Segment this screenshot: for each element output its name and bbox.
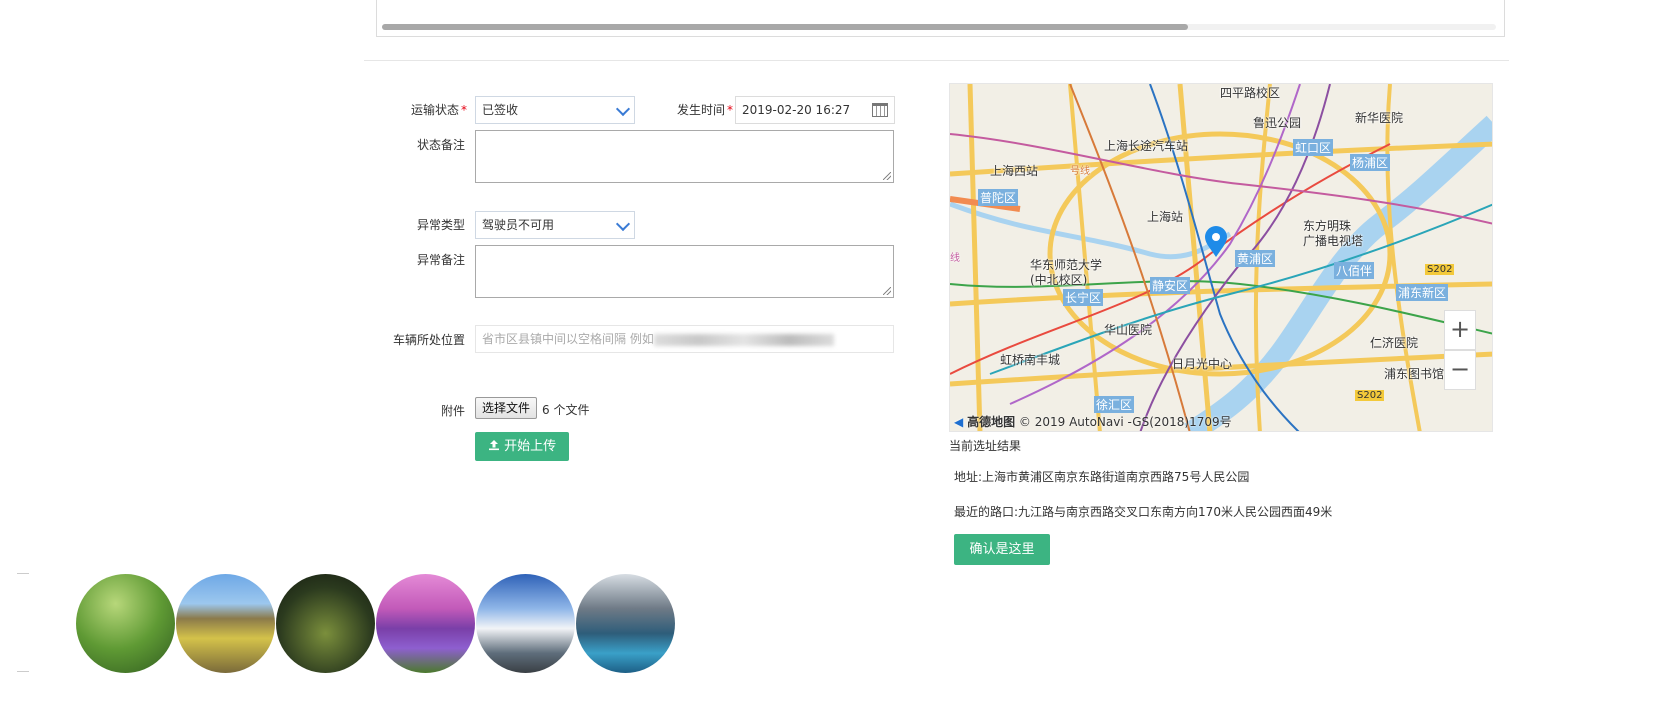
highway-shield: S202: [1425, 264, 1455, 275]
map-label: 上海站: [1147, 210, 1184, 224]
divider-mark: [17, 671, 29, 672]
zoom-out-button[interactable]: −: [1444, 350, 1476, 390]
status-remark-textarea[interactable]: [475, 130, 894, 183]
address-text: 地址:上海市黄浦区南京东路街道南京西路75号人民公园: [954, 470, 1250, 484]
occur-time-value: 2019-02-20 16:27: [742, 103, 851, 117]
calendar-icon[interactable]: [872, 103, 888, 117]
required-mark: *: [727, 103, 733, 117]
vehicle-location-placeholder: 省市区县镇中间以空格间隔 例如: [482, 332, 654, 346]
map-label: 广播电视塔: [1303, 234, 1364, 248]
map-label: 鲁迅公园: [1253, 116, 1302, 130]
status-remark-label: 状态备注: [416, 138, 465, 152]
section-divider: [364, 60, 1509, 61]
map-district-label: 静安区: [1150, 277, 1191, 294]
exception-type-select[interactable]: 驾驶员不可用: [475, 211, 635, 239]
thumbnail-image[interactable]: [476, 574, 575, 673]
chevron-down-icon: [615, 216, 631, 232]
horizontal-scrollbar-thumb[interactable]: [382, 24, 1188, 30]
current-result-title: 当前选址结果: [949, 439, 1022, 453]
divider-mark: [17, 573, 29, 574]
navigation-arrow-icon: ◀: [954, 415, 964, 429]
occur-time-label: 发生时间 *: [623, 101, 733, 118]
map-district-label: 浦东新区: [1396, 284, 1449, 301]
confirm-location-button[interactable]: 确认是这里: [954, 534, 1050, 565]
map-district-label: 徐汇区: [1094, 396, 1135, 413]
map-label: 仁济医院: [1370, 336, 1419, 350]
occur-time-label-text: 发生时间: [676, 103, 725, 117]
thumbnail-image[interactable]: [276, 574, 375, 673]
map-district-label: 虹口区: [1293, 139, 1334, 156]
map-label: 虹桥南丰城: [1000, 353, 1061, 367]
map-district-label: 黄浦区: [1235, 250, 1276, 267]
metro-line-label: 号线: [1070, 166, 1090, 177]
highway-shield: S202: [1355, 390, 1385, 401]
map-attribution: ◀ 高德地图 © 2019 AutoNavi -GS(2018)1709号: [954, 413, 1232, 430]
file-count-text: 6 个文件: [542, 403, 590, 417]
thumbnail-image[interactable]: [376, 574, 475, 673]
thumbnail-image[interactable]: [576, 574, 675, 673]
start-upload-button[interactable]: 开始上传: [475, 432, 569, 461]
resize-handle-icon[interactable]: [883, 172, 891, 180]
required-mark: *: [461, 103, 467, 117]
map-copyright: © 2019 AutoNavi -GS(2018)1709号: [1018, 415, 1232, 429]
exception-type-value: 驾驶员不可用: [482, 218, 555, 232]
thumbnail-image[interactable]: [76, 574, 175, 673]
occur-time-input[interactable]: 2019-02-20 16:27: [735, 96, 895, 124]
map-label: 日月光中心: [1172, 357, 1233, 371]
thumbnail-image[interactable]: [176, 574, 275, 673]
location-map[interactable]: 四平路校区 鲁迅公园 新华医院 虹口区 杨浦区 上海长途汽车站 上海西站 普陀区…: [949, 83, 1493, 432]
map-district-label: 八佰伴: [1334, 262, 1375, 279]
map-district-label: 长宁区: [1063, 289, 1104, 306]
exception-type-label: 异常类型: [416, 218, 465, 232]
exception-remark-label: 异常备注: [416, 253, 465, 267]
upload-icon: [488, 439, 504, 454]
map-label: 浦东图书馆: [1384, 367, 1445, 381]
attachment-label: 附件: [440, 404, 465, 418]
exception-remark-textarea[interactable]: [475, 245, 894, 298]
map-brand: 高德地图: [967, 415, 1016, 429]
location-pin-icon[interactable]: [1204, 226, 1228, 261]
transport-status-select[interactable]: 已签收: [475, 96, 635, 124]
map-district-label: 杨浦区: [1350, 154, 1391, 171]
vehicle-location-label: 车辆所处位置: [392, 333, 465, 347]
choose-file-button[interactable]: 选择文件: [475, 397, 538, 419]
map-label: 上海长途汽车站: [1104, 139, 1189, 153]
map-label: 四平路校区: [1220, 86, 1281, 100]
map-label: 新华医院: [1355, 111, 1404, 125]
transport-status-value: 已签收: [482, 103, 519, 117]
vehicle-location-input[interactable]: 省市区县镇中间以空格间隔 例如: [475, 325, 894, 353]
resize-handle-icon[interactable]: [883, 287, 891, 295]
start-upload-label: 开始上传: [504, 439, 557, 454]
metro-line-label: 线: [950, 253, 960, 264]
zoom-in-button[interactable]: +: [1444, 310, 1476, 350]
transport-status-label: 运输状态 *: [357, 101, 467, 118]
map-label: (中北校区): [1030, 273, 1088, 287]
blurred-placeholder-text: [654, 334, 834, 346]
map-label: 华山医院: [1104, 323, 1153, 337]
nearest-road-text: 最近的路口:九江路与南京西路交叉口东南方向170米人民公园西面49米: [954, 505, 1333, 519]
transport-status-label-text: 运输状态: [410, 103, 459, 117]
map-label: 上海西站: [990, 164, 1039, 178]
top-panel: [376, 0, 1505, 37]
map-district-label: 普陀区: [978, 189, 1019, 206]
